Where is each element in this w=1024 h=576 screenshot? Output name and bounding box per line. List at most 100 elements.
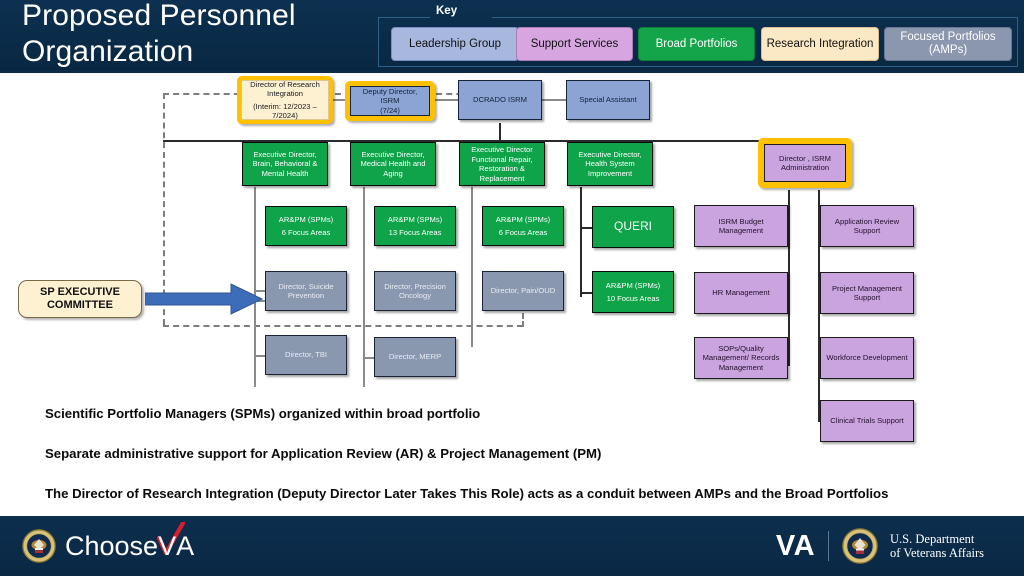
node-label: Deputy Director, ISRM bbox=[362, 86, 418, 106]
node-label: Application Review Support bbox=[834, 216, 900, 236]
connector-admin-trunk-left bbox=[788, 190, 790, 366]
bullet-list: Scientific Portfolio Managers (SPMs) org… bbox=[45, 406, 1005, 526]
node-director-isrm-administration[interactable]: Director , ISRM Administration bbox=[764, 144, 846, 182]
node-label: Executive Director, Health System Improv… bbox=[578, 149, 642, 178]
node-director-pain-oud[interactable]: Director, Pain/OUD bbox=[482, 271, 564, 311]
node-label: Director, Pain/OUD bbox=[490, 286, 556, 296]
sp-committee-line2: COMMITTEE bbox=[46, 299, 113, 311]
node-arpm-6-focus-brain[interactable]: AR&PM (SPMs) 6 Focus Areas bbox=[265, 206, 347, 246]
director-research-integration-highlight: Director of Research Integration (Interi… bbox=[237, 76, 333, 124]
node-label: HR Management bbox=[712, 288, 770, 298]
node-label: SOPs/Quality Management/ Records Managem… bbox=[702, 343, 780, 372]
node-label: AR&PM (SPMs) bbox=[605, 280, 661, 290]
node-arpm-6-focus-functional[interactable]: AR&PM (SPMs) 6 Focus Areas bbox=[482, 206, 564, 246]
connector-deputy-dcrado bbox=[432, 99, 458, 101]
legend-leadership-group: Leadership Group bbox=[391, 27, 519, 61]
node-queri[interactable]: QUERI bbox=[592, 206, 674, 248]
dept-line1: U.S. Department bbox=[890, 531, 975, 546]
legend-label: Broad Portfolios bbox=[655, 37, 738, 50]
legend-label: Research Integration bbox=[766, 37, 874, 50]
node-director-precision-oncology[interactable]: Director, Precision Oncology bbox=[374, 271, 456, 311]
node-deputy-director-isrm[interactable]: Deputy Director, ISRM (7/24) bbox=[350, 86, 430, 116]
node-label: QUERI bbox=[613, 219, 652, 234]
node-sops-quality-records-management[interactable]: SOPs/Quality Management/ Records Managem… bbox=[694, 337, 788, 379]
node-arpm-10-focus-health-system[interactable]: AR&PM (SPMs) 10 Focus Areas bbox=[592, 271, 674, 313]
va-department-lockup: VA U.S. Department of Veterans Affairs bbox=[776, 528, 984, 564]
legend-support-services: Support Services bbox=[516, 27, 633, 61]
connector-dcrado-special bbox=[542, 99, 566, 101]
node-label: Director, Suicide Prevention bbox=[278, 281, 334, 301]
connector-ed3-down bbox=[471, 187, 473, 347]
node-sublabel: 6 Focus Areas bbox=[498, 228, 548, 237]
connector-ed4-queri bbox=[580, 227, 592, 229]
node-project-management-support[interactable]: Project Management Support bbox=[820, 272, 914, 314]
choose-va-logo: Choose VA bbox=[22, 522, 194, 563]
node-label: Executive Director, Medical Health and A… bbox=[360, 149, 426, 178]
connector-ed4-arpm10 bbox=[580, 292, 592, 294]
director-isrm-administration-highlight: Director , ISRM Administration bbox=[758, 138, 852, 188]
node-label: Director, Precision Oncology bbox=[384, 281, 446, 301]
node-label: AR&PM (SPMs) bbox=[278, 214, 334, 224]
legend-label: Support Services bbox=[530, 37, 619, 50]
node-ed-medical-health-aging[interactable]: Executive Director, Medical Health and A… bbox=[350, 142, 436, 186]
va-seal-icon bbox=[22, 529, 56, 563]
va-abbreviation: VA bbox=[775, 530, 816, 562]
node-ed-functional-repair[interactable]: Executive Director Functional Repair, Re… bbox=[459, 142, 545, 186]
node-sublabel: (Interim: 12/2023 – 7/2024) bbox=[253, 101, 317, 121]
node-label: Special Assistant bbox=[579, 95, 637, 105]
node-director-research-integration[interactable]: Director of Research Integration (Interi… bbox=[241, 80, 329, 120]
node-label: Workforce Development bbox=[826, 353, 908, 363]
bullet-item: Separate administrative support for Appl… bbox=[45, 446, 602, 461]
connector-dcrado-down bbox=[499, 123, 501, 141]
node-director-tbi[interactable]: Director, TBI bbox=[265, 335, 347, 375]
node-label: AR&PM (SPMs) bbox=[495, 214, 551, 224]
legend-focused-portfolios: Focused Portfolios (AMPs) bbox=[884, 27, 1012, 61]
node-sublabel: (7/24) bbox=[380, 105, 400, 115]
legend-broad-portfolios: Broad Portfolios bbox=[638, 27, 755, 61]
node-label: ISRM Budget Management bbox=[718, 216, 764, 236]
choose-v-letter: V bbox=[158, 531, 177, 561]
node-label: Director , ISRM Administration bbox=[779, 153, 831, 173]
sp-committee-line1: SP EXECUTIVE bbox=[40, 286, 120, 298]
bullet-item: The Director of Research Integration (De… bbox=[45, 486, 889, 501]
page-title: Proposed Personnel Organization bbox=[22, 0, 296, 68]
choose-word: Choose bbox=[65, 531, 159, 561]
dept-line2: of Veterans Affairs bbox=[890, 546, 984, 560]
node-ed-health-system-improvement[interactable]: Executive Director, Health System Improv… bbox=[567, 142, 653, 186]
node-label: Project Management Support bbox=[831, 283, 903, 303]
legend-label: Focused Portfolios (AMPs) bbox=[900, 31, 996, 56]
sp-executive-committee[interactable]: SP EXECUTIVE COMMITTEE bbox=[18, 280, 142, 318]
flow-arrow-icon bbox=[145, 283, 263, 315]
node-sublabel: 10 Focus Areas bbox=[606, 294, 660, 303]
node-label: Director, TBI bbox=[284, 350, 328, 360]
node-label: Executive Director, Brain, Behavioral & … bbox=[252, 149, 318, 178]
node-dcrado-isrm[interactable]: DCRADO ISRM bbox=[458, 80, 542, 120]
bullet-item: Scientific Portfolio Managers (SPMs) org… bbox=[45, 406, 481, 421]
footer-separator bbox=[828, 531, 830, 561]
va-department-seal-icon bbox=[842, 528, 878, 564]
node-label: DCRADO ISRM bbox=[472, 95, 527, 105]
node-director-suicide-prevention[interactable]: Director, Suicide Prevention bbox=[265, 271, 347, 311]
slide-root: Proposed Personnel Organization Key Lead… bbox=[0, 0, 1024, 576]
node-label: Director, MERP bbox=[388, 352, 442, 362]
connector-dri-deputy bbox=[332, 99, 346, 101]
node-label: AR&PM (SPMs) bbox=[387, 214, 443, 224]
legend-research-integration: Research Integration bbox=[761, 27, 879, 61]
node-application-review-support[interactable]: Application Review Support bbox=[820, 205, 914, 247]
node-hr-management[interactable]: HR Management bbox=[694, 272, 788, 314]
org-chart: Director of Research Integration (Interi… bbox=[0, 72, 1024, 442]
node-arpm-13-focus-medical[interactable]: AR&PM (SPMs) 13 Focus Areas bbox=[374, 206, 456, 246]
node-label: Director of Research Integration bbox=[250, 79, 320, 99]
node-sublabel: 6 Focus Areas bbox=[281, 228, 331, 237]
node-isrm-budget-management[interactable]: ISRM Budget Management bbox=[694, 205, 788, 247]
node-ed-brain-behavioral-mental-health[interactable]: Executive Director, Brain, Behavioral & … bbox=[242, 142, 328, 186]
connector-ed4-down bbox=[580, 187, 582, 297]
choose-va-text: Choose VA bbox=[65, 522, 194, 561]
node-director-merp[interactable]: Director, MERP bbox=[374, 337, 456, 377]
deputy-director-highlight: Deputy Director, ISRM (7/24) bbox=[345, 81, 435, 121]
node-special-assistant[interactable]: Special Assistant bbox=[566, 80, 650, 120]
legend-label: Leadership Group bbox=[408, 37, 502, 50]
node-workforce-development[interactable]: Workforce Development bbox=[820, 337, 914, 379]
key-label: Key bbox=[436, 5, 458, 17]
node-sublabel: 13 Focus Areas bbox=[388, 228, 442, 237]
